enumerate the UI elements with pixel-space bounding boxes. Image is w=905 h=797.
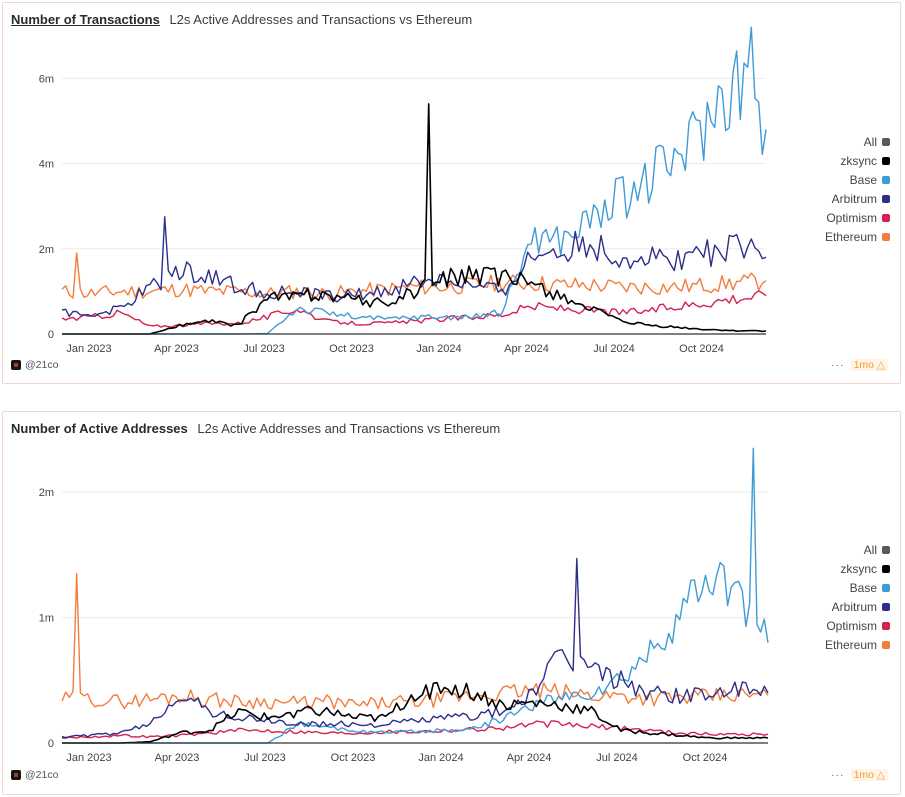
- legend-item-all[interactable]: All: [825, 132, 890, 151]
- panel-actions: ··· 1mo △: [831, 359, 888, 371]
- panel-header: Number of Active Addresses L2s Active Ad…: [11, 421, 500, 436]
- legend-item-base[interactable]: Base: [825, 578, 890, 597]
- y-tick-label: 0: [48, 329, 54, 341]
- y-tick-label: 0: [48, 738, 54, 750]
- active-addresses-chart-panel: 0 1m 2m Jan 2023 Apr 2023 Jul 2023 Oct 2023 Jan…: [2, 411, 901, 795]
- legend-label: zksync: [840, 561, 877, 576]
- panel-actions: ··· 1mo △: [831, 769, 888, 781]
- x-tick-label: Jan 2024: [416, 343, 461, 355]
- series-line-arbitrum[interactable]: [61, 216, 767, 318]
- x-tick-label: Oct 2023: [331, 752, 376, 764]
- legend-swatch: [882, 583, 890, 592]
- legend-label: All: [863, 134, 877, 149]
- chart-subtitle: L2s Active Addresses and Transactions vs…: [169, 12, 473, 27]
- series-line-optimism[interactable]: [61, 290, 767, 328]
- legend-swatch: [882, 137, 890, 146]
- x-tick-label: Jul 2023: [244, 752, 286, 764]
- brand-attribution: @21co: [11, 769, 58, 781]
- x-tick-label: Apr 2023: [154, 343, 199, 355]
- legend-item-arbitrum[interactable]: Arbitrum: [825, 189, 890, 208]
- y-tick-label: 2m: [39, 244, 54, 256]
- x-tick-label: Jan 2023: [66, 343, 111, 355]
- freshness-badge[interactable]: 1mo △: [850, 359, 888, 371]
- x-tick-label: Jul 2024: [596, 752, 638, 764]
- transactions-chart: 0 2m 4m 6m Jan 2023 Apr 2023 Jul 2023 Oct 2023 J…: [39, 26, 767, 355]
- legend-swatch: [882, 621, 890, 630]
- x-tick-label: Jan 2024: [418, 752, 463, 764]
- x-tick-label: Apr 2024: [504, 343, 549, 355]
- brand-logo-icon: [11, 770, 21, 780]
- series-line-base[interactable]: [62, 26, 767, 335]
- chart-subtitle: L2s Active Addresses and Transactions vs…: [197, 421, 501, 436]
- chart-legend: All zksync Base Arbitrum Optimism Ethereum: [825, 132, 890, 246]
- legend-label: Ethereum: [824, 229, 877, 244]
- legend-label: All: [863, 542, 877, 557]
- brand-logo-icon: [11, 360, 21, 370]
- chart-title-link[interactable]: Number of Transactions: [11, 12, 160, 27]
- series-line-zksync[interactable]: [62, 103, 767, 335]
- panel-header: Number of Transactions L2s Active Addres…: [11, 12, 472, 27]
- x-tick-label: Oct 2024: [679, 343, 724, 355]
- freshness-badge[interactable]: 1mo △: [850, 769, 888, 781]
- legend-swatch: [882, 232, 890, 241]
- x-tick-label: Jul 2023: [243, 343, 285, 355]
- legend-label: Base: [849, 580, 877, 595]
- more-options-button[interactable]: ···: [831, 359, 845, 371]
- warning-triangle-icon: △: [876, 769, 885, 781]
- chart-legend: All zksync Base Arbitrum Optimism Ethereum: [825, 540, 890, 654]
- legend-label: Base: [849, 172, 877, 187]
- active-addresses-chart: 0 1m 2m Jan 2023 Apr 2023 Jul 2023 Oct 2023 Jan…: [39, 447, 769, 764]
- freshness-label: 1mo: [853, 769, 874, 781]
- more-options-button[interactable]: ···: [831, 769, 845, 781]
- legend-swatch: [882, 194, 890, 203]
- legend-label: Ethereum: [824, 637, 877, 652]
- x-tick-label: Jan 2023: [66, 752, 111, 764]
- brand-attribution: @21co: [11, 359, 58, 371]
- legend-item-ethereum[interactable]: Ethereum: [825, 635, 890, 654]
- legend-item-arbitrum[interactable]: Arbitrum: [825, 597, 890, 616]
- brand-handle[interactable]: @21co: [25, 769, 58, 781]
- x-tick-label: Jul 2024: [593, 343, 635, 355]
- legend-swatch: [882, 640, 890, 649]
- legend-swatch: [882, 545, 890, 554]
- x-tick-label: Oct 2024: [683, 752, 728, 764]
- y-tick-label: 6m: [39, 73, 54, 85]
- freshness-label: 1mo: [853, 359, 874, 371]
- series-line-ethereum[interactable]: [61, 573, 769, 710]
- legend-label: Optimism: [826, 210, 877, 225]
- legend-item-optimism[interactable]: Optimism: [825, 208, 890, 227]
- legend-item-ethereum[interactable]: Ethereum: [825, 227, 890, 246]
- chart-title-link[interactable]: Number of Active Addresses: [11, 421, 188, 436]
- legend-swatch: [882, 564, 890, 573]
- legend-label: Arbitrum: [831, 599, 877, 614]
- series-line-optimism[interactable]: [61, 720, 769, 739]
- legend-swatch: [882, 602, 890, 611]
- warning-triangle-icon: △: [876, 359, 885, 371]
- legend-swatch: [882, 175, 890, 184]
- legend-item-zksync[interactable]: zksync: [825, 559, 890, 578]
- legend-item-base[interactable]: Base: [825, 170, 890, 189]
- legend-label: Optimism: [826, 618, 877, 633]
- x-tick-label: Apr 2024: [507, 752, 552, 764]
- legend-item-optimism[interactable]: Optimism: [825, 616, 890, 635]
- transactions-chart-panel: 0 2m 4m 6m Jan 2023 Apr 2023 Jul 2023 Oct 2023 J…: [2, 2, 901, 384]
- legend-item-zksync[interactable]: zksync: [825, 151, 890, 170]
- x-tick-label: Oct 2023: [329, 343, 374, 355]
- y-tick-label: 1m: [39, 613, 54, 625]
- legend-label: zksync: [840, 153, 877, 168]
- y-tick-label: 2m: [39, 487, 54, 499]
- legend-swatch: [882, 156, 890, 165]
- x-tick-label: Apr 2023: [155, 752, 200, 764]
- legend-swatch: [882, 213, 890, 222]
- y-tick-label: 4m: [39, 159, 54, 171]
- brand-handle[interactable]: @21co: [25, 359, 58, 371]
- legend-label: Arbitrum: [831, 191, 877, 206]
- legend-item-all[interactable]: All: [825, 540, 890, 559]
